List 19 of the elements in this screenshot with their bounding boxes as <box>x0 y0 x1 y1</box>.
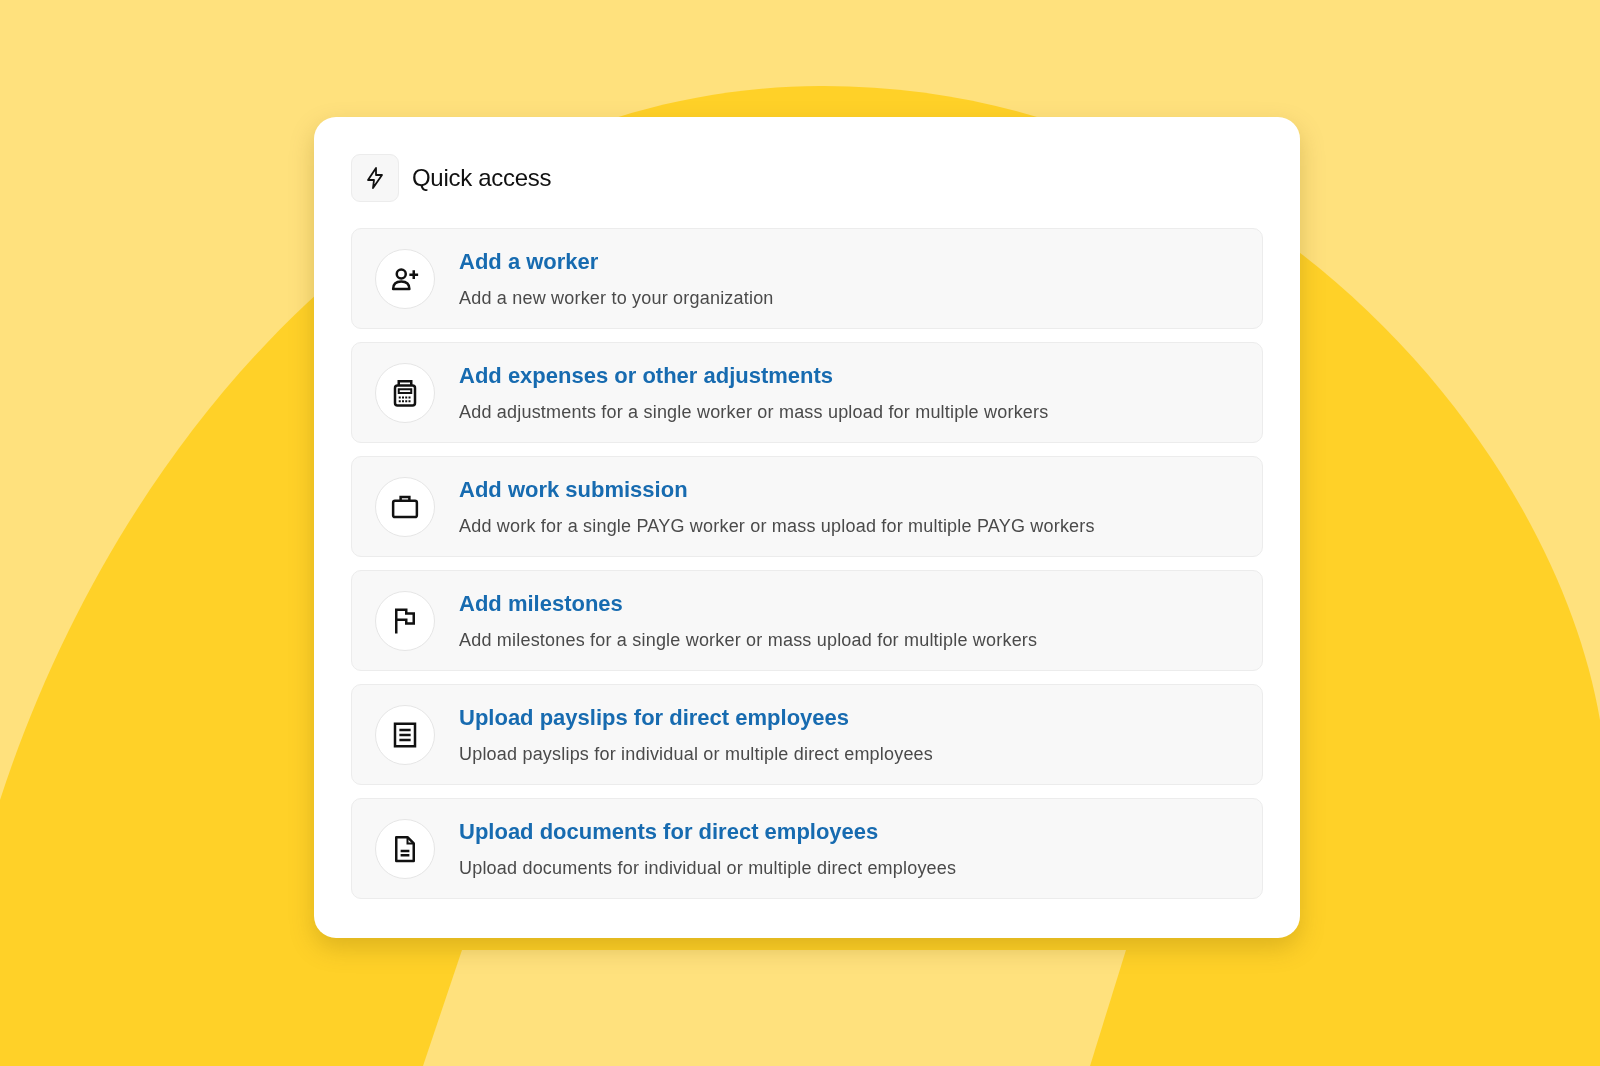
quick-action-item[interactable]: Add milestones Add milestones for a single worker or mass upload for multiple workers <box>351 570 1263 671</box>
action-link[interactable]: Add work submission <box>459 476 688 503</box>
quick-action-item[interactable]: Add work submission Add work for a single PAYG worker or mass upload for multiple PAYG workers <box>351 456 1263 557</box>
action-description: Upload documents for individual or multiple direct employees <box>459 857 957 879</box>
quick-action-item[interactable]: Add a worker Add a new worker to your organization <box>351 228 1263 329</box>
action-link[interactable]: Add a worker <box>459 248 599 275</box>
action-description: Add a new worker to your organization <box>459 287 774 309</box>
action-link[interactable]: Upload documents for direct employees <box>459 818 879 845</box>
action-description: Add adjustments for a single worker or mass upload for multiple workers <box>459 401 1049 423</box>
action-link[interactable]: Add milestones <box>459 590 623 617</box>
action-description: Add work for a single PAYG worker or mass upload for multiple PAYG workers <box>459 515 1095 537</box>
quick-action-item[interactable]: Upload documents for direct employees Upload documents for individual or multiple direct employees <box>351 798 1263 899</box>
quick-action-item[interactable]: Add expenses or other adjustments Add adjustments for a single worker or mass upload for multiple workers <box>351 342 1263 443</box>
action-description: Upload payslips for individual or multiple direct employees <box>459 743 934 765</box>
panel-title: Quick access <box>412 164 552 192</box>
quick-action-item[interactable]: Upload payslips for direct employees Upload payslips for individual or multiple direct employees <box>351 684 1263 785</box>
action-description: Add milestones for a single worker or mass upload for multiple workers <box>459 629 1038 651</box>
action-link[interactable]: Add expenses or other adjustments <box>459 362 834 389</box>
action-link[interactable]: Upload payslips for direct employees <box>459 704 849 731</box>
